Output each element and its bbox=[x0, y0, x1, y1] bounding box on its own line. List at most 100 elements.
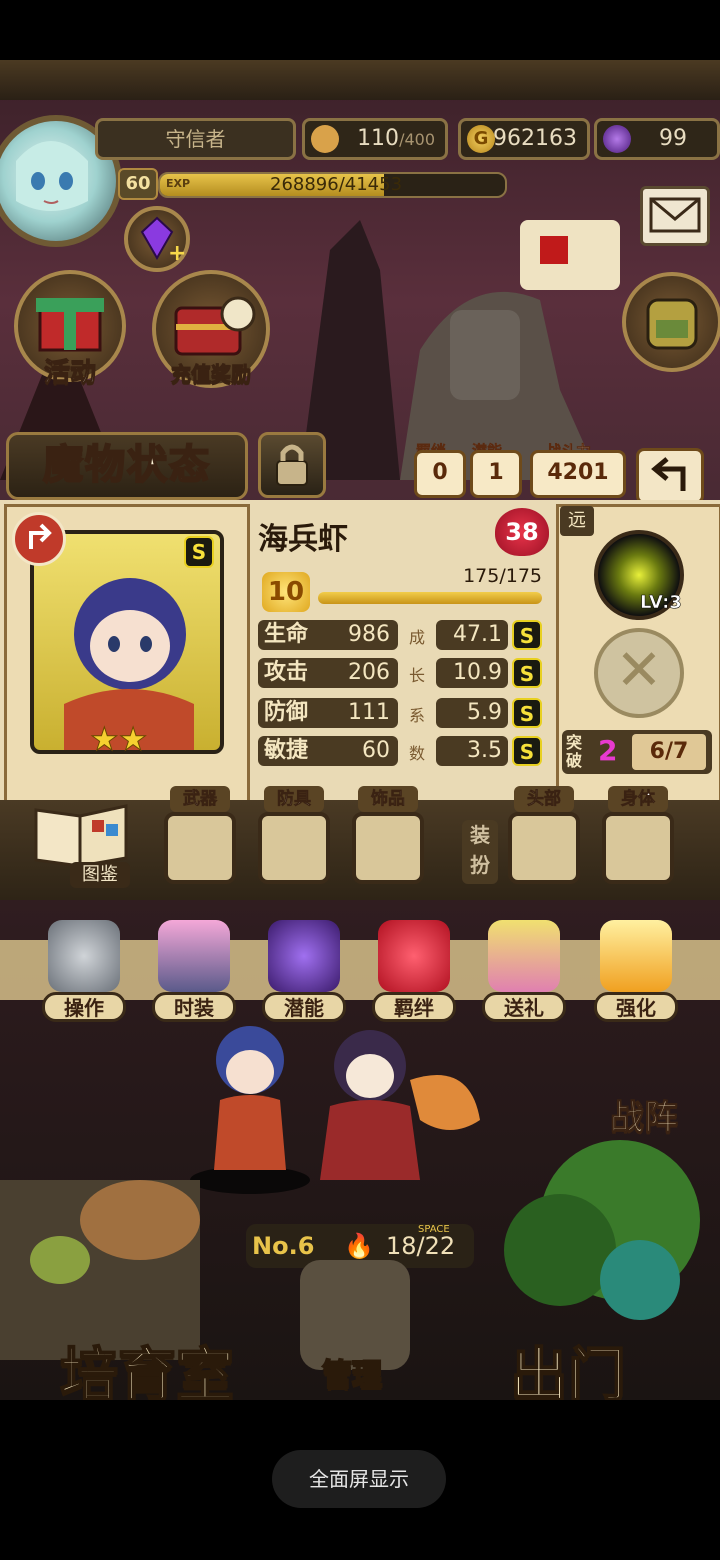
growth-value: 3.5 bbox=[436, 736, 508, 766]
growth-grade-badge: S bbox=[512, 658, 542, 688]
breakthrough-count: 2 bbox=[598, 734, 618, 767]
action-label: 潜能 bbox=[262, 992, 346, 1022]
envelope-icon bbox=[649, 197, 701, 233]
mail-button[interactable] bbox=[640, 186, 710, 246]
gold-value: 962163 bbox=[493, 126, 577, 151]
skill-level: LV:3 bbox=[640, 592, 682, 614]
stat-value: 60 bbox=[362, 738, 390, 763]
event-button[interactable]: 活动 bbox=[14, 270, 126, 389]
stat-value: 986 bbox=[348, 622, 390, 647]
equip-slot-label: 头部 bbox=[514, 786, 574, 812]
hp-text: 175/175 bbox=[463, 565, 542, 587]
codex-label: 图鉴 bbox=[70, 862, 130, 888]
equip-slot[interactable] bbox=[352, 812, 424, 884]
stat-value: 111 bbox=[348, 700, 390, 725]
exp-bar: EXP 268896/41453 bbox=[158, 172, 507, 198]
stamina-value: 110 bbox=[357, 126, 400, 151]
gift-icon bbox=[488, 920, 560, 992]
breakthrough-box: 突破 2 6/7 bbox=[562, 730, 712, 774]
event-label: 活动 bbox=[43, 358, 96, 389]
game-screen: 守信者 110/400 G 962163 99 60 EXP 268896/41… bbox=[0, 60, 720, 1400]
nursery-button[interactable]: 培育室 bbox=[59, 1328, 235, 1400]
bag-button[interactable] bbox=[622, 272, 720, 372]
bond-count: 0 bbox=[414, 450, 466, 498]
range-tag: 远 bbox=[560, 506, 594, 536]
growth-grade-badge: S bbox=[512, 698, 542, 728]
lock-button[interactable] bbox=[258, 432, 326, 498]
growth-value: 5.9 bbox=[436, 698, 508, 728]
equip-slot[interactable] bbox=[508, 812, 580, 884]
action-label: 操作 bbox=[42, 992, 126, 1022]
return-arrow-icon bbox=[651, 457, 686, 491]
action-button[interactable]: 强化 bbox=[594, 912, 678, 1024]
player-level: 60 bbox=[118, 168, 158, 200]
breakthrough-progress: 6/7 bbox=[632, 734, 706, 770]
equip-slot-label: 武器 bbox=[170, 786, 230, 812]
affection-heart: 38 bbox=[495, 508, 549, 556]
dress-up-label: 装扮 bbox=[462, 820, 498, 884]
equip-slot-label: 身体 bbox=[608, 786, 668, 812]
stat-row: 敏捷 60 bbox=[258, 736, 398, 766]
action-button[interactable]: 潜能 bbox=[262, 912, 346, 1024]
gem-icon bbox=[603, 125, 631, 153]
growth-caption-char: 长 bbox=[408, 666, 425, 685]
action-button[interactable]: 操作 bbox=[42, 912, 126, 1024]
equip-slot[interactable] bbox=[258, 812, 330, 884]
go-out-button[interactable]: 出门 bbox=[509, 1328, 627, 1400]
recharge-reward-label: 充值奖励 bbox=[171, 362, 252, 387]
action-label: 强化 bbox=[594, 992, 678, 1022]
manage-button[interactable]: 管理 bbox=[321, 1350, 383, 1394]
stat-row: 攻击 206 bbox=[258, 658, 398, 688]
growth-grade-badge: S bbox=[512, 620, 542, 650]
action-button[interactable]: 送礼 bbox=[482, 912, 566, 1024]
gold-display[interactable]: G 962163 bbox=[458, 118, 590, 160]
top-bar bbox=[0, 60, 720, 100]
rank-badge: S bbox=[184, 536, 214, 568]
potential-count: 1 bbox=[470, 450, 522, 498]
exp-label: EXP bbox=[166, 177, 191, 190]
dress-icon bbox=[158, 920, 230, 992]
equip-slot-label: 防具 bbox=[264, 786, 324, 812]
share-button[interactable] bbox=[12, 512, 66, 566]
stat-label: 攻击 bbox=[264, 660, 309, 685]
lock-icon bbox=[276, 444, 308, 486]
book-icon bbox=[34, 804, 128, 868]
empty-skill-slot[interactable]: ✕ bbox=[594, 628, 684, 718]
monster-name: 海兵虾 bbox=[258, 522, 348, 557]
hearts-icon bbox=[378, 920, 450, 992]
action-button[interactable]: 羁绊 bbox=[372, 912, 456, 1024]
gem-value: 99 bbox=[659, 126, 687, 151]
action-button[interactable]: 时装 bbox=[152, 912, 236, 1024]
formation-label: 战阵 bbox=[610, 1098, 679, 1139]
back-button[interactable] bbox=[636, 448, 704, 504]
exp-text: 268896/41453 bbox=[270, 174, 403, 195]
stamina-max: /400 bbox=[399, 130, 435, 149]
fullscreen-button[interactable]: 全面屏显示 bbox=[272, 1450, 446, 1508]
growth-grade-badge: S bbox=[512, 736, 542, 766]
stat-label: 敏捷 bbox=[264, 738, 309, 763]
player-name: 守信者 bbox=[95, 118, 296, 160]
star-rating: ★★ bbox=[90, 720, 160, 759]
stat-label: 生命 bbox=[264, 622, 309, 647]
star-icon: ★ bbox=[118, 720, 148, 759]
gold-coin-icon: G bbox=[467, 125, 495, 153]
page-title: 魔物状态 bbox=[6, 432, 248, 500]
recharge-reward-button[interactable]: 充值奖励 bbox=[152, 270, 270, 388]
gem-display[interactable]: 99 bbox=[594, 118, 720, 160]
upgrade-arrows-icon bbox=[600, 920, 672, 992]
equip-slot[interactable] bbox=[602, 812, 674, 884]
formation-button[interactable]: 战阵 bbox=[584, 1070, 704, 1140]
star-icon: ★ bbox=[90, 720, 120, 759]
growth-caption-char: 系 bbox=[408, 706, 425, 725]
action-label: 送礼 bbox=[482, 992, 566, 1022]
stamina-display[interactable]: 110/400 bbox=[302, 118, 448, 160]
stat-row: 生命 986 bbox=[258, 620, 398, 650]
growth-value: 47.1 bbox=[436, 620, 508, 650]
action-label: 时装 bbox=[152, 992, 236, 1022]
action-label: 羁绊 bbox=[372, 992, 456, 1022]
breakthrough-label: 突破 bbox=[566, 733, 583, 770]
codex-button[interactable]: 图鉴 bbox=[30, 800, 134, 892]
hp-bar bbox=[318, 592, 542, 604]
stat-row: 防御 111 bbox=[258, 698, 398, 728]
equip-slot[interactable] bbox=[164, 812, 236, 884]
